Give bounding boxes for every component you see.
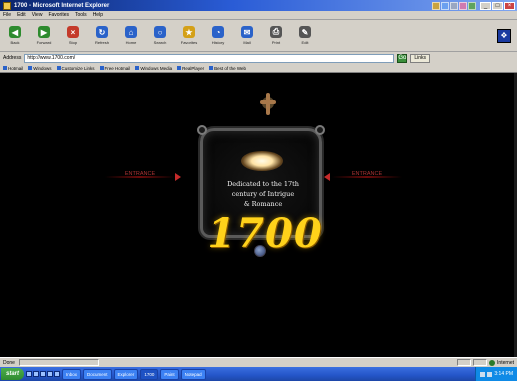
status-bar: Done Internet	[0, 357, 517, 367]
quick-launch-ie-icon[interactable]	[26, 371, 33, 377]
home-button[interactable]: ⌂ Home	[120, 23, 142, 49]
link-realplayer[interactable]: RealPlayer	[177, 66, 204, 71]
mail-icon: ✉	[241, 26, 253, 38]
links-bar: Hotmail Windows Customize Links Free Hot…	[0, 64, 517, 73]
favorites-icon: ★	[183, 26, 195, 38]
print-icon: ⎙	[270, 26, 282, 38]
entrance-left-link[interactable]: ENTRANCE	[105, 171, 181, 182]
refresh-button[interactable]: ↻ Refresh	[91, 23, 113, 49]
menu-help[interactable]: Help	[93, 12, 103, 18]
link-page-icon	[3, 66, 7, 70]
taskbar-item[interactable]: Notepad	[180, 368, 206, 380]
entrance-right-link[interactable]: ENTRANCE	[324, 171, 402, 182]
tray-network-icon[interactable]	[487, 371, 493, 377]
entrance-right-label: ENTRANCE	[351, 171, 383, 177]
links-button[interactable]: Links	[410, 53, 431, 63]
windows-logo-icon: ❖	[497, 28, 511, 43]
quick-launch-explorer-icon[interactable]	[47, 371, 54, 377]
mail-button[interactable]: ✉ Mail	[236, 23, 258, 49]
search-icon: ○	[154, 26, 166, 38]
dedication-text: Dedicated to the 17th century of Intrigu…	[227, 180, 299, 208]
window-titlebar: 1700 - Microsoft Internet Explorer _ □ ×	[0, 0, 517, 11]
title-decoration	[432, 1, 476, 10]
cross-ornament-icon	[260, 93, 276, 115]
quick-launch-media-icon[interactable]	[40, 371, 47, 377]
quick-launch-mail-icon[interactable]	[54, 371, 61, 377]
menu-favorites[interactable]: Favorites	[48, 12, 69, 18]
go-button[interactable]: Go	[397, 53, 408, 63]
stop-icon: ×	[67, 26, 79, 38]
link-customize[interactable]: Customize Links	[56, 66, 95, 71]
maximize-button[interactable]: □	[492, 1, 503, 10]
menu-edit[interactable]: Edit	[17, 12, 26, 18]
link-windows[interactable]: Windows	[28, 66, 52, 71]
gem-ornament-icon	[254, 245, 266, 257]
edit-button[interactable]: ✎ Edit	[294, 23, 316, 49]
taskbar-item[interactable]: Paint	[160, 368, 179, 380]
link-page-icon	[28, 66, 33, 70]
history-button[interactable]: ◔ History	[207, 23, 229, 49]
address-label: Address	[3, 55, 22, 61]
link-page-icon	[56, 66, 61, 70]
forward-arrow-icon: ▶	[38, 26, 50, 38]
close-button[interactable]: ×	[504, 1, 515, 10]
arrow-left-icon	[324, 173, 330, 181]
search-button[interactable]: ○ Search	[149, 23, 171, 49]
frame-ornament-icon	[315, 125, 325, 135]
menu-file[interactable]: File	[3, 12, 11, 18]
taskbar: start Inbox Document Explorer 1700 Paint…	[0, 367, 517, 381]
link-page-icon	[177, 66, 182, 70]
link-page-icon	[99, 66, 104, 70]
address-bar: Address http://www.1700.com/ Go Links	[0, 52, 517, 64]
link-free-hotmail[interactable]: Free Hotmail	[99, 66, 130, 71]
refresh-icon: ↻	[96, 26, 108, 38]
zone-label: Internet	[497, 359, 514, 366]
standard-toolbar: ◀ Back ▶ Forward × Stop ↻ Refresh ⌂ Home…	[0, 20, 517, 52]
forward-button[interactable]: ▶ Forward	[33, 23, 55, 49]
taskbar-item[interactable]: Inbox	[62, 368, 82, 380]
arrow-right-icon	[175, 173, 181, 181]
glowing-light	[241, 151, 283, 171]
home-icon: ⌂	[125, 26, 137, 38]
ie-app-icon	[3, 1, 11, 10]
system-tray: 3:14 PM	[475, 367, 517, 381]
quick-launch-desktop-icon[interactable]	[33, 371, 40, 377]
link-windows-media[interactable]: Windows Media	[135, 66, 172, 71]
page-viewport: ENTRANCE ENTRANCE Dedicated to the 17th …	[0, 73, 517, 357]
minimize-button[interactable]: _	[480, 1, 491, 10]
entrance-left-label: ENTRANCE	[124, 171, 156, 177]
menu-bar: File Edit View Favorites Tools Help	[0, 11, 517, 20]
print-button[interactable]: ⎙ Print	[265, 23, 287, 49]
frame-ornament-icon	[197, 125, 207, 135]
menu-tools[interactable]: Tools	[75, 12, 87, 18]
tray-volume-icon[interactable]	[480, 371, 486, 377]
start-button[interactable]: start	[1, 368, 25, 380]
stop-button[interactable]: × Stop	[62, 23, 84, 49]
menu-view[interactable]: View	[32, 12, 43, 18]
favorites-button[interactable]: ★ Favorites	[178, 23, 200, 49]
address-input[interactable]: http://www.1700.com/	[24, 53, 395, 63]
link-best-of-web[interactable]: Best of the Web	[209, 66, 246, 71]
quick-launch	[26, 371, 61, 377]
taskbar-item[interactable]: Document	[83, 368, 112, 380]
link-page-icon	[135, 66, 140, 70]
edit-icon: ✎	[299, 26, 311, 38]
link-hotmail[interactable]: Hotmail	[3, 66, 23, 71]
taskbar-item[interactable]: Explorer	[113, 368, 139, 380]
history-icon: ◔	[212, 26, 224, 38]
tray-clock[interactable]: 3:14 PM	[494, 371, 513, 377]
link-page-icon	[209, 66, 214, 70]
internet-zone-icon	[489, 359, 496, 366]
back-arrow-icon: ◀	[9, 26, 21, 38]
back-button[interactable]: ◀ Back	[4, 23, 26, 49]
window-title: 1700 - Microsoft Internet Explorer	[14, 2, 110, 9]
status-text: Done	[3, 359, 15, 366]
taskbar-item-active[interactable]: 1700	[140, 368, 159, 380]
